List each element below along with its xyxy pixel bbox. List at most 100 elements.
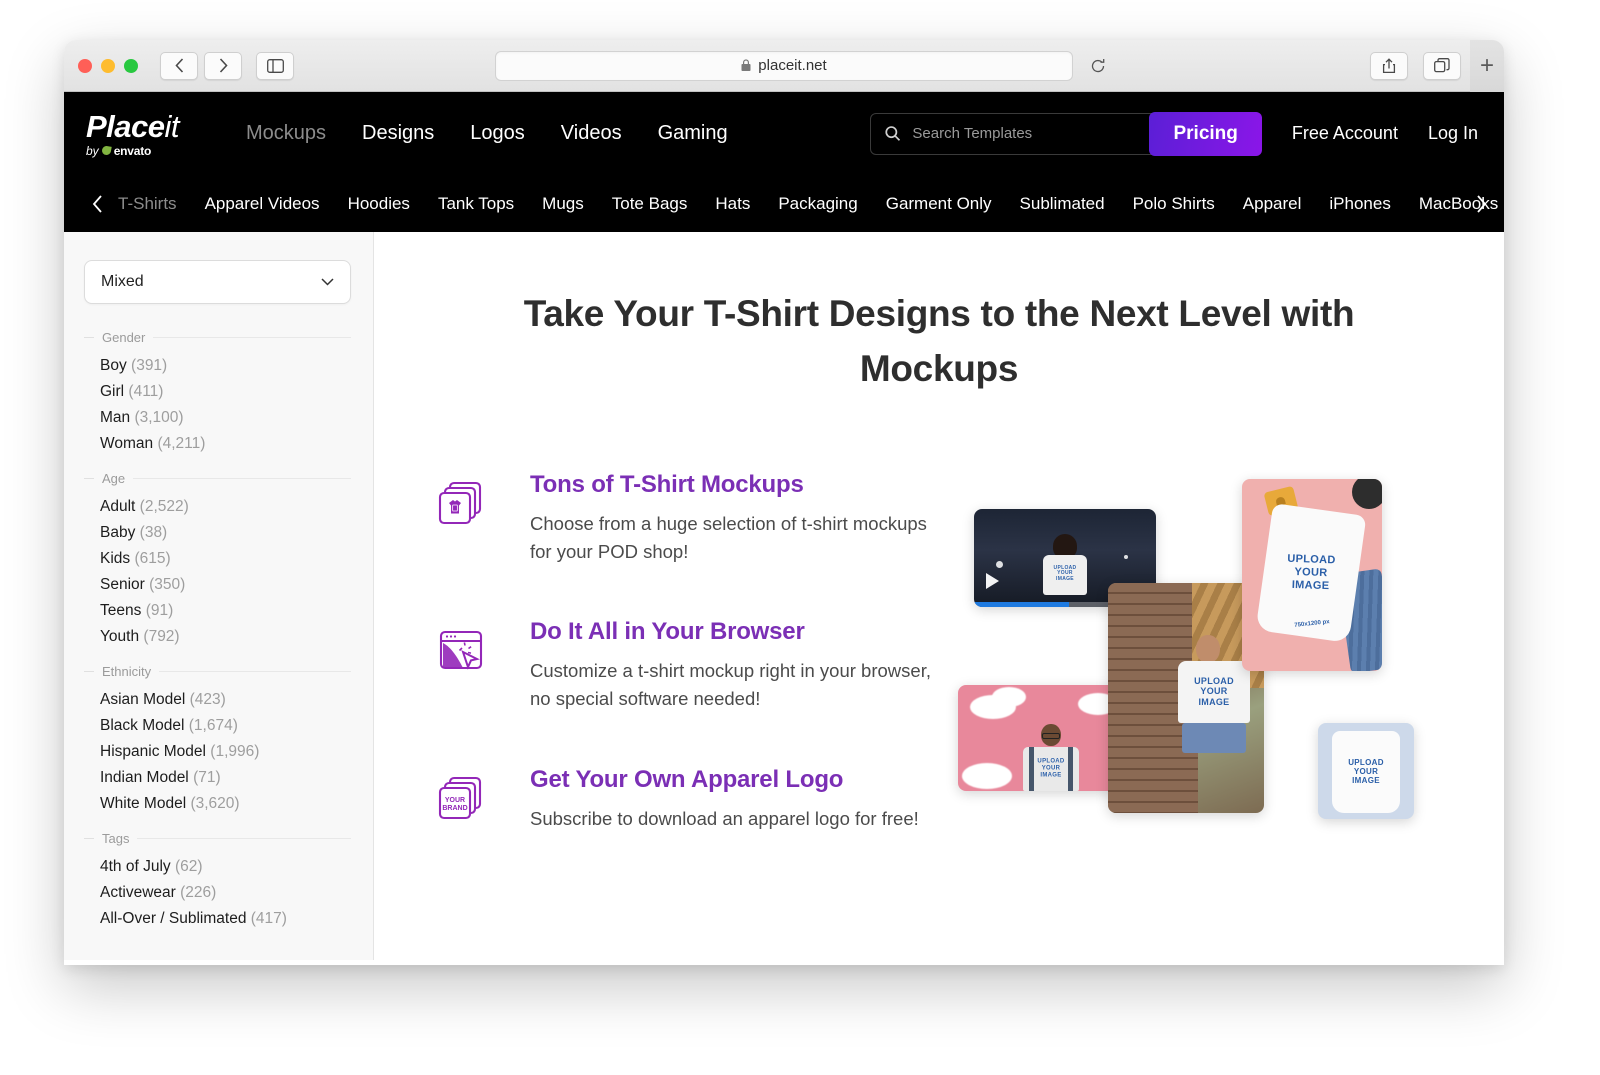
log-in-link[interactable]: Log In	[1428, 123, 1478, 144]
category-apparel[interactable]: Apparel	[1243, 194, 1302, 214]
category-iphones[interactable]: iPhones	[1329, 194, 1390, 214]
filter-item-youth[interactable]: Youth (792)	[84, 624, 351, 650]
feature-item-do-it-in-browser: Do It All in Your Browser Customize a t-…	[438, 618, 938, 714]
search-icon	[885, 126, 901, 141]
filter-item-teens[interactable]: Teens (91)	[84, 598, 351, 624]
logo-byline-prefix: by	[86, 143, 99, 158]
category-hats[interactable]: Hats	[715, 194, 750, 214]
filter-item-white-model[interactable]: White Model (3,620)	[84, 791, 351, 817]
pricing-button[interactable]: Pricing	[1149, 111, 1262, 156]
filter-item-black-model[interactable]: Black Model (1,674)	[84, 713, 351, 739]
site-header: Placeit by envato Mockups Designs Logos …	[64, 92, 1504, 175]
forward-button[interactable]	[204, 51, 242, 80]
tee-upload-label: UPLOAD YOUR IMAGE	[1194, 675, 1234, 707]
filter-label: White Model	[100, 795, 187, 812]
filter-group-title-tags: Tags	[84, 831, 351, 846]
filter-item-senior[interactable]: Senior (350)	[84, 572, 351, 598]
brand-badge-line1: YOUR	[445, 797, 465, 804]
filter-item-all-over-sublimated[interactable]: All-Over / Sublimated (417)	[84, 906, 351, 932]
show-tabs-button[interactable]	[1423, 51, 1461, 80]
flatlay-card-pink-tshirt[interactable]: UPLOAD YOUR IMAGE 750x1200 px	[1242, 478, 1382, 671]
header-actions: Pricing Free Account Log In	[1149, 111, 1478, 156]
mixed-dropdown[interactable]: Mixed	[84, 260, 351, 304]
category-hoodies[interactable]: Hoodies	[348, 194, 410, 214]
feature-title: Get Your Own Apparel Logo	[530, 765, 844, 793]
new-tab-button[interactable]: +	[1470, 40, 1504, 92]
browser-chrome: placeit.net +	[64, 40, 1504, 92]
browser-cursor-icon	[438, 618, 494, 714]
filter-item-man[interactable]: Man (3,100)	[84, 405, 351, 431]
category-garment-only[interactable]: Garment Only	[886, 194, 992, 214]
nav-item-gaming[interactable]: Gaming	[658, 122, 728, 145]
filter-count: (62)	[174, 858, 203, 875]
filter-item-adult[interactable]: Adult (2,522)	[84, 494, 351, 520]
feature-title: Tons of T-Shirt Mockups	[530, 470, 804, 498]
navigation-buttons	[160, 51, 242, 80]
free-account-link[interactable]: Free Account	[1292, 123, 1398, 144]
category-mugs[interactable]: Mugs	[542, 194, 584, 214]
feature-list: Tons of T-Shirt Mockups Choose from a hu…	[438, 471, 938, 885]
main-nav: Mockups Designs Logos Videos Gaming	[246, 122, 728, 145]
close-window-button[interactable]	[78, 58, 92, 73]
play-icon[interactable]	[986, 572, 999, 589]
reload-button[interactable]	[1085, 53, 1111, 79]
filter-label: 4th of July	[100, 858, 171, 875]
filter-item-woman[interactable]: Woman (4,211)	[84, 431, 351, 457]
filter-group-tags: 4th of July (62) Activewear (226) All-Ov…	[84, 854, 351, 932]
hero-lower-section: Tons of T-Shirt Mockups Choose from a hu…	[438, 471, 1440, 885]
filter-item-hispanic-model[interactable]: Hispanic Model (1,996)	[84, 739, 351, 765]
categories-scroll-left-button[interactable]	[84, 194, 110, 213]
filter-item-4th-of-july[interactable]: 4th of July (62)	[84, 854, 351, 880]
minimize-window-button[interactable]	[101, 58, 115, 73]
nav-item-designs[interactable]: Designs	[362, 122, 434, 145]
filter-group-title-age: Age	[84, 471, 351, 486]
filter-item-kids[interactable]: Kids (615)	[84, 546, 351, 572]
category-sublimated[interactable]: Sublimated	[1020, 194, 1105, 214]
category-tote-bags[interactable]: Tote Bags	[612, 194, 688, 214]
search-input[interactable]	[912, 125, 1175, 142]
filter-count: (423)	[189, 691, 226, 708]
filter-count: (38)	[139, 524, 168, 541]
back-button[interactable]	[160, 51, 198, 80]
filter-item-indian-model[interactable]: Indian Model (71)	[84, 765, 351, 791]
filter-label: Senior	[100, 576, 145, 593]
stacked-tshirt-cards-icon	[438, 471, 494, 567]
category-list: T-Shirts Apparel Videos Hoodies Tank Top…	[118, 194, 1504, 214]
placeit-logo[interactable]: Placeit by envato	[86, 111, 214, 157]
filter-label: Boy	[100, 357, 127, 374]
filter-label: Girl	[100, 383, 125, 400]
share-button[interactable]	[1370, 51, 1408, 80]
shoe-prop	[1352, 478, 1382, 509]
filter-item-baby[interactable]: Baby (38)	[84, 520, 351, 546]
filter-item-girl[interactable]: Girl (411)	[84, 379, 351, 405]
categories-scroll-right-button[interactable]	[1468, 175, 1494, 232]
filter-count: (792)	[143, 628, 180, 645]
address-bar[interactable]: placeit.net	[495, 50, 1073, 81]
filter-label: Teens	[100, 602, 142, 619]
category-apparel-videos[interactable]: Apparel Videos	[205, 194, 320, 214]
sidebar-toggle-button[interactable]	[256, 51, 294, 80]
maximize-window-button[interactable]	[124, 58, 138, 73]
nav-item-logos[interactable]: Logos	[470, 122, 525, 145]
photo-card-woman-brick-wall[interactable]: UPLOAD YOUR IMAGE	[1108, 582, 1264, 813]
tee-upload-label: UPLOAD YOUR IMAGE	[1053, 564, 1077, 583]
filter-group-age: Adult (2,522) Baby (38) Kids (615) Senio…	[84, 494, 351, 650]
category-packaging[interactable]: Packaging	[778, 194, 857, 214]
filter-item-asian-model[interactable]: Asian Model (423)	[84, 687, 351, 713]
mixed-dropdown-value: Mixed	[101, 273, 144, 290]
feature-body: Choose from a huge selection of t-shirt …	[530, 512, 927, 562]
category-tank-tops[interactable]: Tank Tops	[438, 194, 514, 214]
logo-byline-brand: envato	[113, 143, 152, 158]
filter-label: Woman	[100, 435, 154, 452]
filter-count: (3,100)	[134, 409, 184, 426]
search-templates-box[interactable]	[870, 112, 1190, 155]
category-t-shirts[interactable]: T-Shirts	[118, 194, 177, 214]
filter-item-boy[interactable]: Boy (391)	[84, 353, 351, 379]
feature-item-apparel-logo: YOUR BRAND Get Your Own Apparel Logo Sub…	[438, 766, 938, 833]
nav-item-mockups[interactable]: Mockups	[246, 122, 326, 145]
nav-item-videos[interactable]: Videos	[561, 122, 622, 145]
category-polo-shirts[interactable]: Polo Shirts	[1133, 194, 1215, 214]
flatlay-card-blue-tshirt[interactable]: UPLOAD YOUR IMAGE	[1318, 722, 1414, 819]
filter-label: Adult	[100, 498, 136, 515]
filter-item-activewear[interactable]: Activewear (226)	[84, 880, 351, 906]
